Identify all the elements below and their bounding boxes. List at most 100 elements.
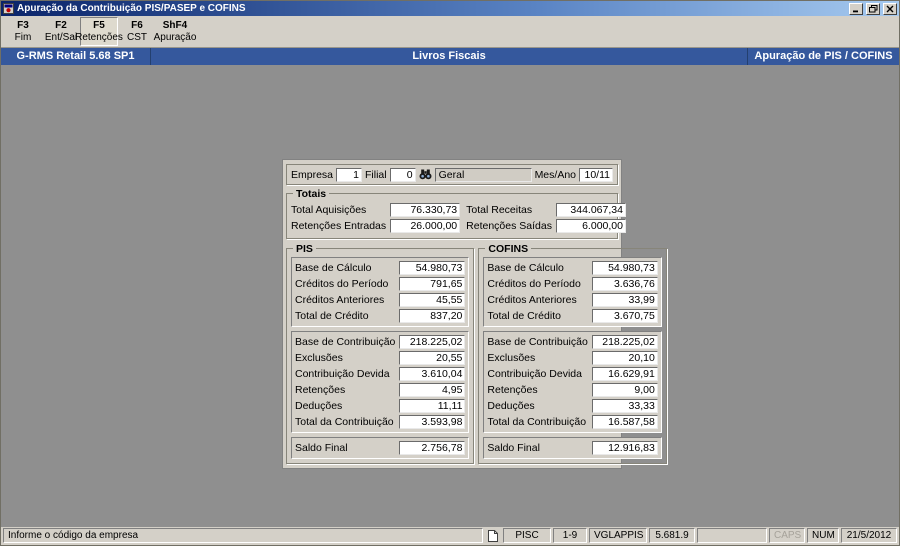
totais-right-column: Total Receitas 344.067,34 Retenções Saídas… [466, 202, 626, 234]
toolbar-button-retencoes[interactable]: F5 Retenções [75, 17, 123, 46]
toolbar-key-label: F5 [93, 19, 105, 31]
status-bar: Informe o código da empresa PISC 1-9 VGL… [1, 527, 899, 545]
pis-saldo-panel: Saldo Final 2.756,78 [291, 437, 470, 459]
field-value-input[interactable]: 2.756,78 [399, 441, 466, 455]
field-value-input[interactable]: 11,11 [399, 399, 466, 413]
field-value-input[interactable]: 76.330,73 [390, 203, 461, 217]
field-value-input[interactable]: 218.225,02 [399, 335, 466, 349]
status-blank-panel [697, 528, 767, 543]
field-label: Total de Crédito [295, 310, 369, 322]
toolbar-action-label: Ent/Sai [44, 31, 78, 43]
status-screen-code: PISC [503, 528, 551, 543]
field-value-input[interactable]: 54.980,73 [399, 261, 466, 275]
field-label: Créditos Anteriores [295, 294, 385, 306]
header-screen-title: Apuração de PIS / COFINS [747, 48, 899, 65]
field-label: Base de Cálculo [295, 262, 372, 274]
field-value-input[interactable]: 9,00 [591, 383, 658, 397]
field-value-input[interactable]: 16.587,58 [591, 415, 658, 429]
field-row: Exclusões 20,55 [295, 350, 466, 366]
field-label: Retenções [295, 384, 346, 396]
filial-input[interactable]: 0 [389, 167, 416, 182]
field-value-input[interactable]: 54.980,73 [591, 261, 658, 275]
field-row: Contribuição Devida 16.629,91 [487, 366, 658, 382]
status-program-name: VGLAPPIS [589, 528, 647, 543]
field-value-input[interactable]: 3.636,76 [591, 277, 658, 291]
field-row: Créditos Anteriores 45,55 [295, 292, 466, 308]
pis-cofins-columns: PIS Base de Cálculo 54.980,73 Créditos do … [286, 243, 667, 464]
toolbar-action-label: Apuração [153, 31, 197, 43]
restore-button[interactable] [866, 2, 880, 15]
field-row: Base de Cálculo 54.980,73 [295, 260, 466, 276]
field-row: Deduções 33,33 [487, 398, 658, 414]
status-version: 5.681.9 [649, 528, 695, 543]
field-label: Saldo Final [295, 442, 348, 454]
field-row: Total de Crédito 3.670,75 [487, 308, 658, 324]
pis-contribution-panel: Base de Contribuição 218.225,02 Exclusões 2… [291, 331, 470, 433]
restore-icon [868, 4, 877, 12]
pis-group: PIS Base de Cálculo 54.980,73 Créditos do … [286, 243, 475, 464]
toolbar-button-apuracao[interactable]: ShF4 Apuração [153, 17, 197, 46]
totais-left-column: Total Aquisições 76.330,73 Retenções Entra… [291, 202, 461, 234]
field-value-input[interactable]: 33,99 [591, 293, 658, 307]
field-value-input[interactable]: 3.593,98 [399, 415, 466, 429]
close-button[interactable] [883, 2, 897, 15]
field-label: Créditos do Período [295, 278, 389, 290]
field-row: Total Receitas 344.067,34 [466, 202, 626, 218]
toolbar-button-cst[interactable]: F6 CST [118, 17, 156, 46]
minimize-icon [853, 10, 858, 12]
toolbar-button-fim[interactable]: F3 Fim [4, 17, 42, 46]
field-value-input[interactable]: 218.225,02 [591, 335, 658, 349]
field-value-input[interactable]: 12.916,83 [591, 441, 658, 455]
field-row: Base de Cálculo 54.980,73 [487, 260, 658, 276]
field-label: Deduções [295, 400, 343, 412]
field-label: Base de Contribuição [487, 336, 588, 348]
field-value-input[interactable]: 3.610,04 [399, 367, 466, 381]
mesano-label: Mes/Ano [534, 168, 576, 181]
toolbar-action-label: Retenções [75, 31, 123, 43]
field-value-input[interactable]: 26.000,00 [390, 219, 461, 233]
field-value-input[interactable]: 16.629,91 [591, 367, 658, 381]
field-value-input[interactable]: 20,10 [591, 351, 658, 365]
field-row: Base de Contribuição 218.225,02 [295, 334, 466, 350]
field-label: Créditos Anteriores [487, 294, 577, 306]
toolbar-key-label: F6 [131, 19, 143, 31]
mesano-input[interactable]: 10/11 [579, 167, 613, 182]
client-area: Empresa 1 Filial 0 Geral Mes/Ano 10/11 T… [1, 65, 899, 527]
document-icon[interactable] [485, 528, 501, 543]
header-bar: G-RMS Retail 5.68 SP1 Livros Fiscais Apu… [1, 48, 899, 65]
field-row: Retenções 9,00 [487, 382, 658, 398]
status-record-range: 1-9 [553, 528, 587, 543]
field-value-input[interactable]: 344.067,34 [555, 203, 626, 217]
field-row: Total Aquisições 76.330,73 [291, 202, 461, 218]
lookup-binoculars-icon[interactable] [419, 169, 432, 180]
field-value-input[interactable]: 33,33 [591, 399, 658, 413]
field-row: Saldo Final 2.756,78 [295, 440, 466, 456]
field-label: Deduções [487, 400, 535, 412]
field-row: Deduções 11,11 [295, 398, 466, 414]
close-icon [886, 5, 894, 12]
company-row: Empresa 1 Filial 0 Geral Mes/Ano 10/11 [286, 164, 618, 185]
app-window: Apuração da Contribuição PIS/PASEP e COF… [0, 0, 900, 546]
field-label: Saldo Final [487, 442, 540, 454]
minimize-button[interactable] [849, 2, 863, 15]
pis-title: PIS [293, 243, 316, 255]
field-row: Base de Contribuição 218.225,02 [487, 334, 658, 350]
field-value-input[interactable]: 45,55 [399, 293, 466, 307]
function-key-toolbar: F3 Fim F2 Ent/Sai F5 Retenções F6 CST Sh… [1, 16, 899, 48]
field-value-input[interactable]: 3.670,75 [591, 309, 658, 323]
app-icon [3, 3, 14, 14]
field-value-input[interactable]: 791,65 [399, 277, 466, 291]
cofins-title: COFINS [485, 243, 532, 255]
field-value-input[interactable]: 6.000,00 [555, 219, 626, 233]
header-module-title: Livros Fiscais [412, 50, 486, 62]
field-value-input[interactable]: 4,95 [399, 383, 466, 397]
field-row: Retenções Saídas 6.000,00 [466, 218, 626, 234]
field-value-input[interactable]: 20,55 [399, 351, 466, 365]
toolbar-action-label: CST [127, 31, 147, 43]
field-value-input[interactable]: 837,20 [399, 309, 466, 323]
empresa-input[interactable]: 1 [336, 167, 363, 182]
filial-label: Filial [365, 168, 387, 181]
totais-group: Totais Total Aquisições 76.330,73 Retençõe… [286, 188, 626, 239]
empresa-label: Empresa [291, 168, 334, 181]
toolbar-action-label: Fim [14, 31, 32, 43]
